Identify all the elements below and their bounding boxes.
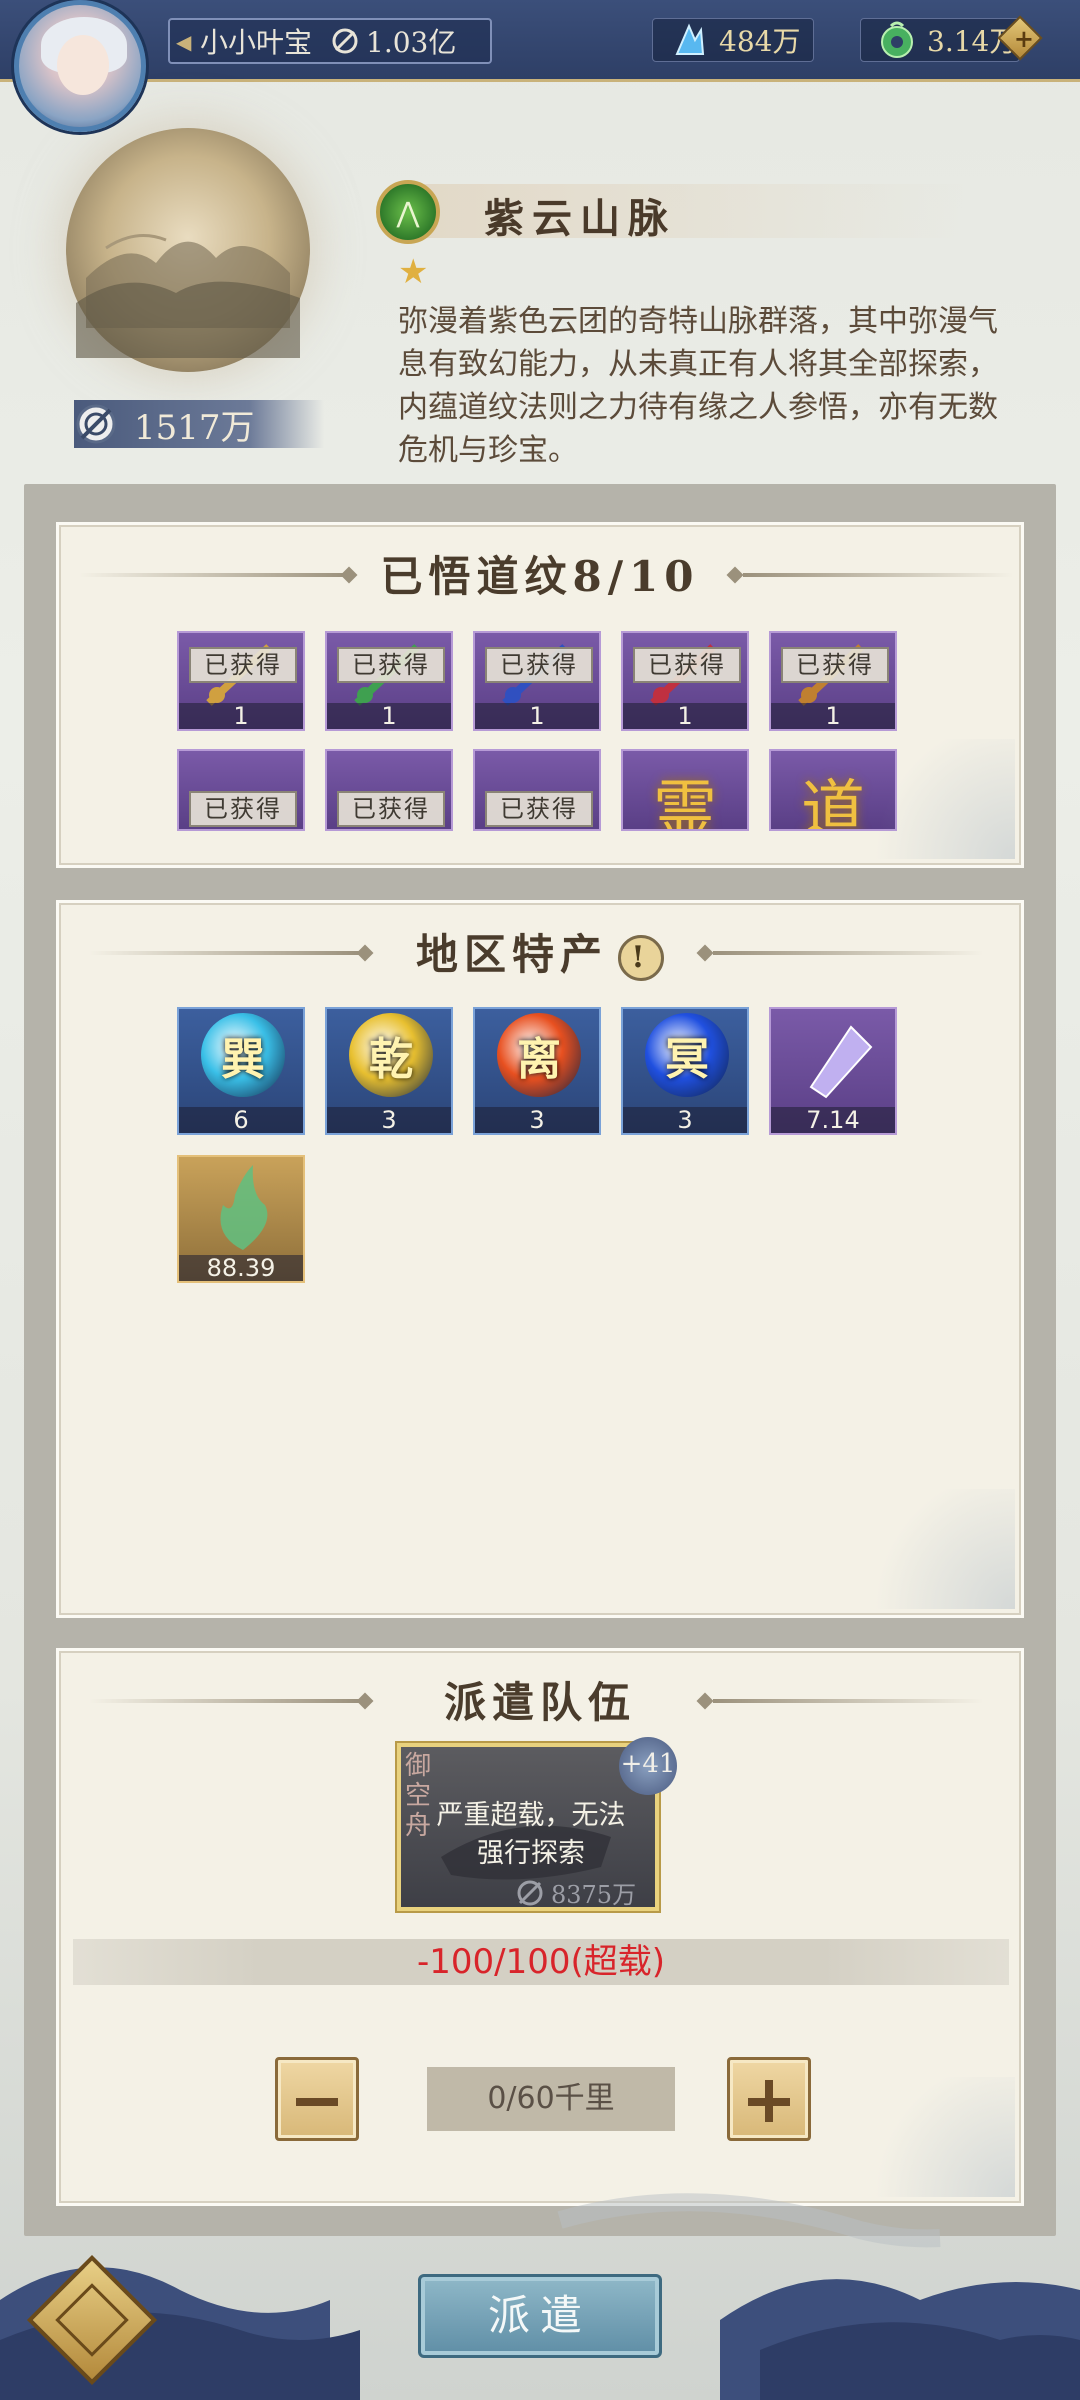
dao-glyph: 霊 <box>653 774 717 831</box>
load-status: (超载) <box>570 1942 666 1982</box>
power-icon <box>517 1880 543 1905</box>
item-quantity: 1 <box>327 703 451 729</box>
dao-pattern-cell[interactable]: 已获得 1 <box>325 631 453 731</box>
decrease-distance-button[interactable] <box>275 2057 359 2141</box>
dispatch-team-panel: 派遣队伍 御空舟 +41 严重超载，无法强行探索 8375万 -100/100(… <box>56 1648 1024 2206</box>
region-title: 紫云山脉 <box>484 195 676 242</box>
acquired-label: 已获得 <box>189 647 297 683</box>
info-warning-icon[interactable]: ! <box>618 935 664 981</box>
dao-pattern-cell[interactable]: 已获得 <box>325 749 453 831</box>
dao-pattern-cell[interactable]: 已获得 <box>473 749 601 831</box>
region-image <box>66 128 310 372</box>
power-icon <box>72 400 120 448</box>
load-capacity-bar: -100/100(超载) <box>73 1939 1009 1985</box>
specialty-panel-title: 地区特产 <box>415 930 608 979</box>
element-orb-icon: 乾 <box>349 1013 433 1097</box>
top-bar: ◀ 小小叶宝 1.03亿 484万 3.14万 <box>0 0 1080 82</box>
specialty-item[interactable]: 巽6 <box>177 1007 305 1135</box>
ship-bonus-badge: +41 <box>619 1737 677 1795</box>
region-description: 弥漫着紫色云团的奇特山脉群落，其中弥漫气息有致幻能力，从未真正有人将其全部探索，… <box>398 304 998 468</box>
overload-message: 严重超载，无法强行探索 <box>436 1800 626 1869</box>
ship-power: 8375万 <box>551 1881 637 1909</box>
item-quantity: 3 <box>623 1107 747 1133</box>
acquired-label: 已获得 <box>189 791 297 827</box>
item-quantity: 6 <box>179 1107 303 1133</box>
item-quantity: 3 <box>475 1107 599 1133</box>
acquired-label: 已获得 <box>781 647 889 683</box>
dao-pattern-cell[interactable]: 已获得 <box>177 749 305 831</box>
specialty-panel: 地区特产! 巽 6 乾 3 离 3 冥 3 7.14 88.39 <box>56 900 1024 1618</box>
dispatch-button[interactable]: 派遣 <box>418 2274 662 2358</box>
acquired-label: 已获得 <box>337 647 445 683</box>
player-name-plate[interactable]: ◀ 小小叶宝 1.03亿 <box>168 18 492 64</box>
item-quantity: 1 <box>623 703 747 729</box>
dao-pattern-cell[interactable]: 霊 <box>621 749 749 831</box>
player-name: 小小叶宝 <box>200 26 313 59</box>
load-value: -100/100 <box>416 1942 571 1982</box>
dao-pattern-cell[interactable]: 已获得 1 <box>473 631 601 731</box>
acquired-label: 已获得 <box>485 647 593 683</box>
item-quantity: 7.14 <box>771 1107 895 1133</box>
acquired-label: 已获得 <box>337 791 445 827</box>
dao-pattern-cell[interactable]: 已获得 1 <box>177 631 305 731</box>
crystal-shard-icon <box>809 1025 873 1099</box>
jade-coin-icon <box>877 20 917 60</box>
resource-crystal[interactable]: 484万 <box>652 18 814 62</box>
item-quantity: 1 <box>771 703 895 729</box>
dao-pattern-panel: 已悟道纹8/10 已获得 1 已获得 1 已获得 1 已获得 1 已获得 1 已获得 已获得 已获得霊… <box>56 522 1024 868</box>
region-power: 1517万 <box>134 407 255 448</box>
item-quantity: 1 <box>179 703 303 729</box>
crystal-value: 484万 <box>719 25 801 58</box>
dispatch-panel-title: 派遣队伍 <box>443 1678 636 1727</box>
spirit-flame-icon <box>220 1165 268 1250</box>
specialty-item[interactable]: 冥3 <box>621 1007 749 1135</box>
specialty-item[interactable]: 乾3 <box>325 1007 453 1135</box>
element-orb-icon: 冥 <box>645 1013 729 1097</box>
dao-pattern-cell[interactable]: 已获得 1 <box>621 631 749 731</box>
acquired-label: 已获得 <box>633 647 741 683</box>
specialty-item[interactable]: 离3 <box>473 1007 601 1135</box>
element-orb-icon: 巽 <box>201 1013 285 1097</box>
dao-panel-title: 已悟道纹8/10 <box>380 552 700 601</box>
team-ship-card[interactable]: 御空舟 +41 严重超载，无法强行探索 8375万 <box>397 1737 677 1911</box>
player-power: 1.03亿 <box>366 26 457 59</box>
acquired-label: 已获得 <box>485 791 593 827</box>
distance-display: 0/60千里 <box>427 2067 675 2131</box>
specialty-item[interactable]: 7.14 <box>769 1007 897 1135</box>
item-quantity: 3 <box>327 1107 451 1133</box>
region-element-icon: ⋀ <box>376 180 440 244</box>
element-orb-icon: 离 <box>497 1013 581 1097</box>
avatar[interactable] <box>14 0 146 132</box>
specialty-item[interactable]: 88.39 <box>177 1155 305 1283</box>
region-power-plate: 1517万 <box>74 400 324 448</box>
main-container: 已悟道纹8/10 已获得 1 已获得 1 已获得 1 已获得 1 已获得 1 已获得 已获得 已获得霊… <box>24 484 1056 2236</box>
minus-icon <box>296 2098 338 2106</box>
item-quantity: 88.39 <box>179 1255 303 1281</box>
dao-pattern-cell[interactable]: 已获得 1 <box>769 631 897 731</box>
region-star-rating: ★ <box>398 252 429 292</box>
increase-distance-button[interactable] <box>727 2057 811 2141</box>
crystal-icon <box>669 20 709 60</box>
item-quantity: 1 <box>475 703 599 729</box>
resource-jade-coin[interactable]: 3.14万 <box>860 18 1020 62</box>
chevron-left-icon: ◀ <box>176 30 192 54</box>
power-icon <box>330 26 360 56</box>
